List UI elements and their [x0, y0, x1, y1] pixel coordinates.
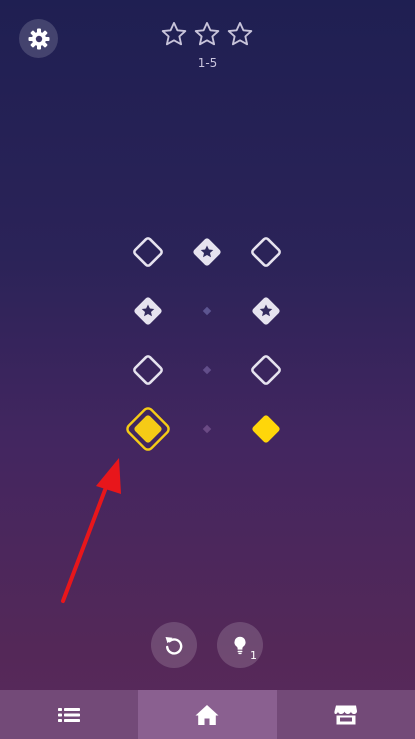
list-icon [58, 707, 81, 722]
undo-icon [165, 637, 183, 655]
tile-filled[interactable] [251, 414, 281, 444]
tile-star[interactable] [192, 237, 222, 267]
nav-tab-shop[interactable] [277, 690, 415, 739]
tile-star[interactable] [133, 296, 163, 326]
tile-star[interactable] [251, 296, 281, 326]
bottom-nav [0, 690, 415, 739]
tile-dot [202, 424, 212, 434]
hint-button[interactable]: 1 [217, 622, 263, 668]
tile-dot [202, 306, 212, 316]
tile-selected[interactable] [125, 406, 170, 451]
undo-button[interactable] [151, 622, 197, 668]
tile-dot [202, 365, 212, 375]
nav-tab-home[interactable] [138, 690, 277, 739]
tile-outline[interactable] [133, 355, 163, 385]
lightbulb-icon [234, 636, 246, 655]
tile-outline[interactable] [251, 237, 281, 267]
tile-outline[interactable] [133, 237, 163, 267]
shop-icon [334, 705, 357, 724]
home-icon [195, 704, 219, 725]
tile-outline[interactable] [251, 355, 281, 385]
annotation-arrow [61, 458, 121, 603]
nav-tab-list[interactable] [0, 690, 138, 739]
game-board [61, 237, 281, 603]
hint-count: 1 [250, 649, 257, 662]
